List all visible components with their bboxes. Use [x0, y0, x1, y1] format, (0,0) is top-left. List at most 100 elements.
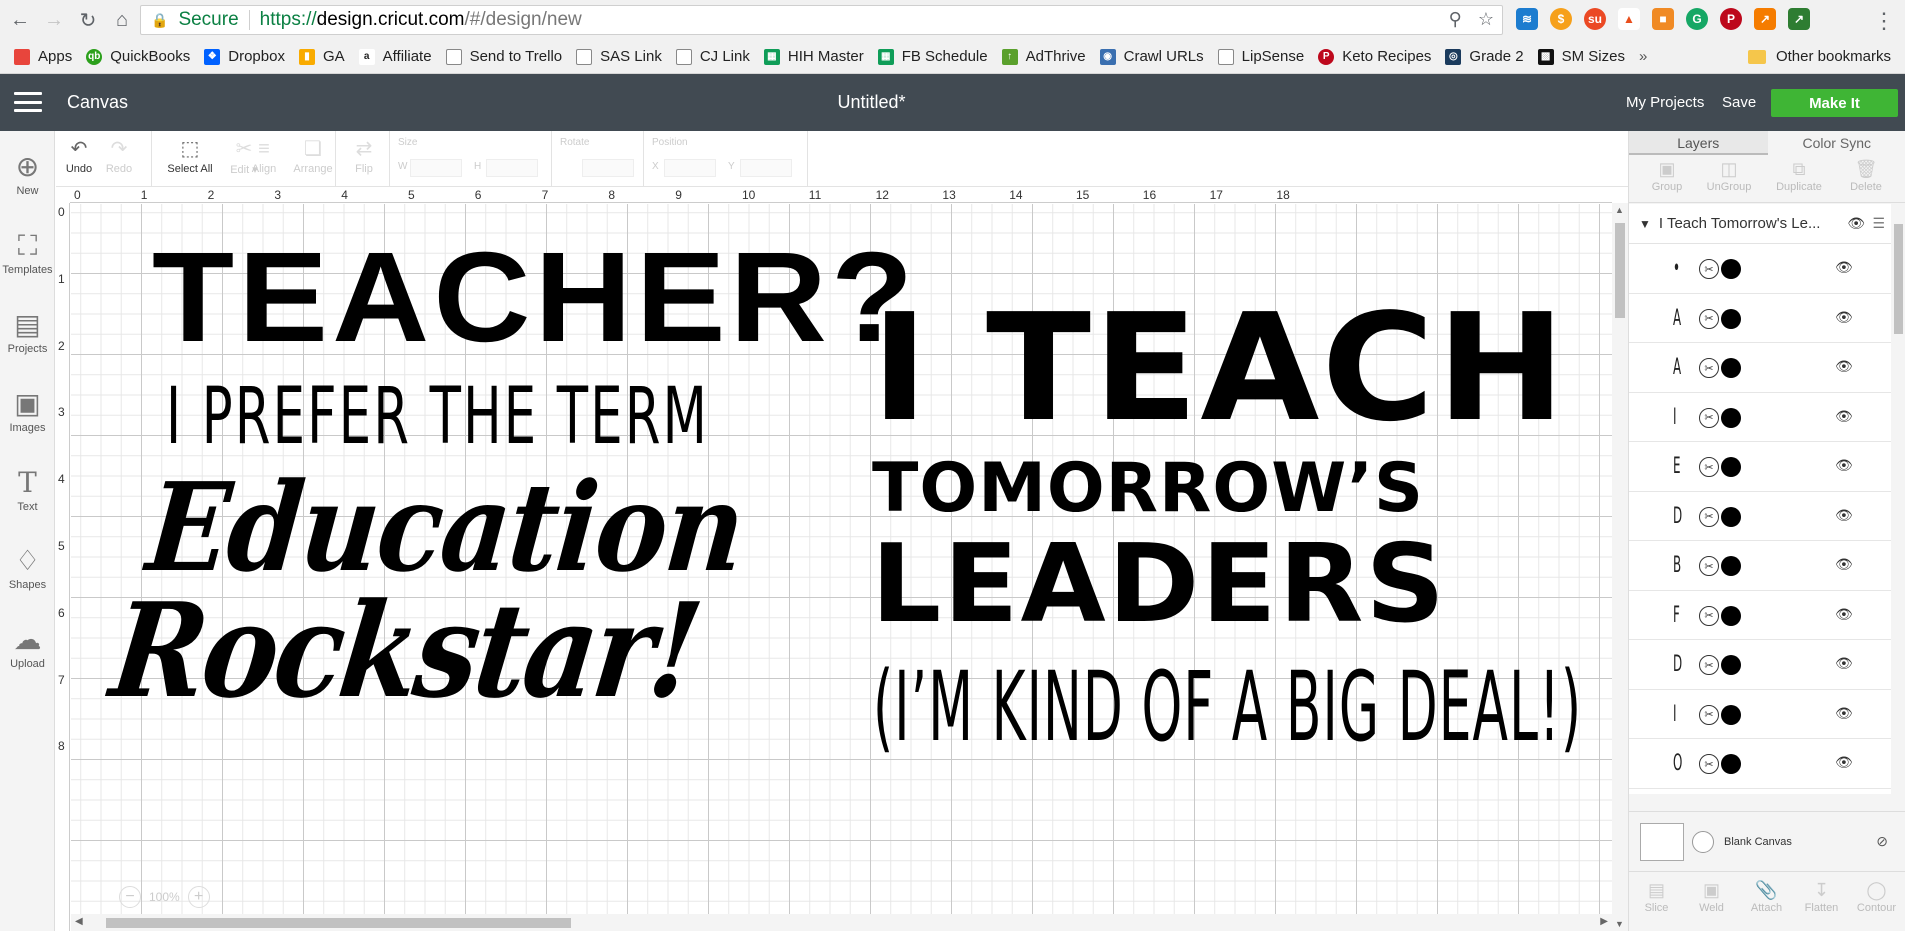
bookmark-item[interactable]: LipSense	[1217, 48, 1304, 65]
canvas-grid[interactable]: TEACHER? I PREFER THE TERM Education Roc…	[71, 204, 1612, 914]
eye-icon[interactable]: 👁	[1835, 408, 1853, 425]
design-text-i-teach[interactable]: I TEACH	[871, 294, 1567, 442]
tab-color-sync[interactable]: Color Sync	[1768, 131, 1905, 155]
design-text-teacher[interactable]: TEACHER?	[152, 234, 917, 362]
cut-scissors-icon[interactable]: ✂	[1699, 259, 1719, 279]
eye-icon[interactable]: 👁	[1835, 705, 1853, 722]
rotate-input[interactable]	[582, 159, 634, 177]
layer-row[interactable]: ✂	[1629, 789, 1891, 795]
cut-scissors-icon[interactable]: ✂	[1699, 655, 1719, 675]
sidebar-item-new[interactable]: ⊕ New	[0, 149, 55, 197]
color-swatch[interactable]	[1721, 754, 1741, 774]
scroll-up-icon[interactable]: ▲	[1615, 205, 1624, 215]
bookmark-item[interactable]: ▦ HIH Master	[763, 48, 864, 65]
bookmark-item[interactable]: ◉ Crawl URLs	[1099, 48, 1204, 65]
color-swatch[interactable]	[1721, 259, 1741, 279]
bookmark-item[interactable]: ◎ Grade 2	[1445, 48, 1524, 65]
extension-5-icon[interactable]: ■	[1652, 8, 1674, 30]
x-position-input[interactable]	[664, 159, 716, 177]
canvas-horizontal-scrollbar[interactable]: ◀ ▶	[71, 914, 1612, 931]
extension-2-icon[interactable]: $	[1550, 8, 1572, 30]
color-swatch[interactable]	[1721, 407, 1741, 428]
eye-icon[interactable]: 👁	[1847, 215, 1865, 232]
duplicate-button[interactable]: ⧉ Duplicate	[1769, 159, 1829, 193]
url-bar[interactable]: 🔒 Secure https://design.cricut.com/#/des…	[140, 5, 1503, 35]
collapse-triangle-icon[interactable]: ▼	[1639, 217, 1651, 231]
sidebar-item-text[interactable]: T Text	[0, 465, 55, 513]
pinterest-icon[interactable]: P	[1720, 8, 1742, 30]
layer-row[interactable]: D ✂ 👁	[1629, 492, 1891, 541]
canvas-vertical-scrollbar[interactable]: ▲ ▼	[1612, 203, 1628, 931]
eye-icon[interactable]: 👁	[1835, 606, 1853, 623]
select-all-button[interactable]: ⬚ Select All	[160, 135, 220, 175]
eye-icon[interactable]: 👁	[1835, 655, 1853, 672]
layer-row[interactable]: A ✂ 👁	[1629, 294, 1891, 343]
height-input[interactable]	[486, 159, 538, 177]
design-text-tomorrows[interactable]: TOMORROW’S	[872, 455, 1424, 523]
scroll-right-icon[interactable]: ▶	[1600, 916, 1608, 927]
extension-1-icon[interactable]: ≋	[1516, 8, 1538, 30]
cut-scissors-icon[interactable]: ✂	[1699, 407, 1719, 428]
more-bookmarks-chevron[interactable]: »	[1639, 48, 1647, 65]
layer-row[interactable]: I ✂ 👁	[1629, 393, 1891, 442]
attach-button[interactable]: 📎 Attach	[1739, 880, 1794, 914]
my-projects-link[interactable]: My Projects	[1626, 94, 1704, 111]
layer-row[interactable]: • ✂ 👁	[1629, 244, 1891, 294]
scroll-left-icon[interactable]: ◀	[75, 916, 83, 927]
bookmark-item[interactable]: ❖ Dropbox	[204, 48, 285, 65]
bookmark-item[interactable]: CJ Link	[675, 48, 750, 65]
bookmark-item[interactable]: Send to Trello	[445, 48, 562, 65]
home-icon[interactable]: ⌂	[108, 6, 136, 34]
eye-icon[interactable]: 👁	[1835, 358, 1853, 375]
flatten-button[interactable]: ↧ Flatten	[1794, 880, 1849, 914]
tab-layers[interactable]: Layers	[1629, 131, 1768, 155]
eye-hidden-icon[interactable]: ⊘	[1876, 833, 1888, 850]
bookmark-item[interactable]: ▮ GA	[298, 48, 345, 65]
cut-scissors-icon[interactable]: ✂	[1699, 605, 1719, 626]
chart-extension-icon[interactable]: ↗	[1754, 8, 1776, 30]
bookmark-item[interactable]: Apps	[14, 48, 72, 65]
search-icon[interactable]: ⚲	[1449, 9, 1462, 30]
layer-row[interactable]: E ✂ 👁	[1629, 442, 1891, 492]
eye-icon[interactable]: 👁	[1835, 754, 1853, 771]
bookmark-item[interactable]: ▩ SM Sizes	[1537, 48, 1625, 65]
zoom-out-icon[interactable]: −	[119, 886, 141, 908]
scroll-down-icon[interactable]: ▼	[1615, 919, 1624, 929]
undo-button[interactable]: ↶ Undo	[64, 135, 94, 175]
flip-button[interactable]: ⇄ Flip	[344, 135, 384, 175]
slice-button[interactable]: ▤ Slice	[1629, 880, 1684, 914]
width-input[interactable]	[410, 159, 462, 177]
stumbleupon-icon[interactable]: su	[1584, 8, 1606, 30]
layer-row[interactable]: F ✂ 👁	[1629, 591, 1891, 640]
zoom-in-icon[interactable]: +	[187, 886, 210, 908]
back-arrow-icon[interactable]: ←	[6, 6, 34, 34]
sidebar-item-templates[interactable]: ⛶ Templates	[0, 228, 55, 276]
design-text-big-deal[interactable]: (I’M KIND OF A BIG DEAL!)	[873, 659, 1582, 755]
browser-menu-icon[interactable]: ⋮	[1873, 8, 1895, 34]
y-position-input[interactable]	[740, 159, 792, 177]
cut-scissors-icon[interactable]: ✂	[1699, 358, 1719, 378]
eye-icon[interactable]: 👁	[1835, 457, 1853, 474]
design-text-education[interactable]: Education	[142, 455, 749, 599]
sidebar-item-upload[interactable]: ☁ Upload	[0, 622, 55, 670]
layer-row[interactable]: B ✂ 👁	[1629, 541, 1891, 591]
other-bookmarks[interactable]: Other bookmarks	[1747, 48, 1891, 65]
color-swatch[interactable]	[1721, 506, 1741, 527]
layer-row[interactable]: O ✂ 👁	[1629, 739, 1891, 789]
save-button[interactable]: Save	[1722, 94, 1756, 111]
cut-scissors-icon[interactable]: ✂	[1699, 506, 1719, 527]
design-text-prefer[interactable]: I PREFER THE TERM	[166, 378, 709, 456]
color-swatch[interactable]	[1721, 358, 1741, 378]
arrange-button[interactable]: ❏ Arrange	[288, 135, 338, 175]
reload-icon[interactable]: ↻	[74, 6, 102, 34]
extension-4-icon[interactable]: ▲	[1618, 8, 1640, 30]
color-swatch[interactable]	[1721, 457, 1741, 477]
color-swatch[interactable]	[1721, 556, 1741, 576]
drag-handle-icon[interactable]: ☰	[1872, 215, 1885, 232]
color-swatch[interactable]	[1721, 655, 1741, 675]
contour-button[interactable]: ◯ Contour	[1849, 880, 1904, 914]
make-it-button[interactable]: Make It	[1771, 89, 1898, 117]
bookmark-item[interactable]: SAS Link	[576, 48, 662, 65]
chart-extension-2-icon[interactable]: ↗	[1788, 8, 1810, 30]
layer-row[interactable]: D ✂ 👁	[1629, 640, 1891, 690]
